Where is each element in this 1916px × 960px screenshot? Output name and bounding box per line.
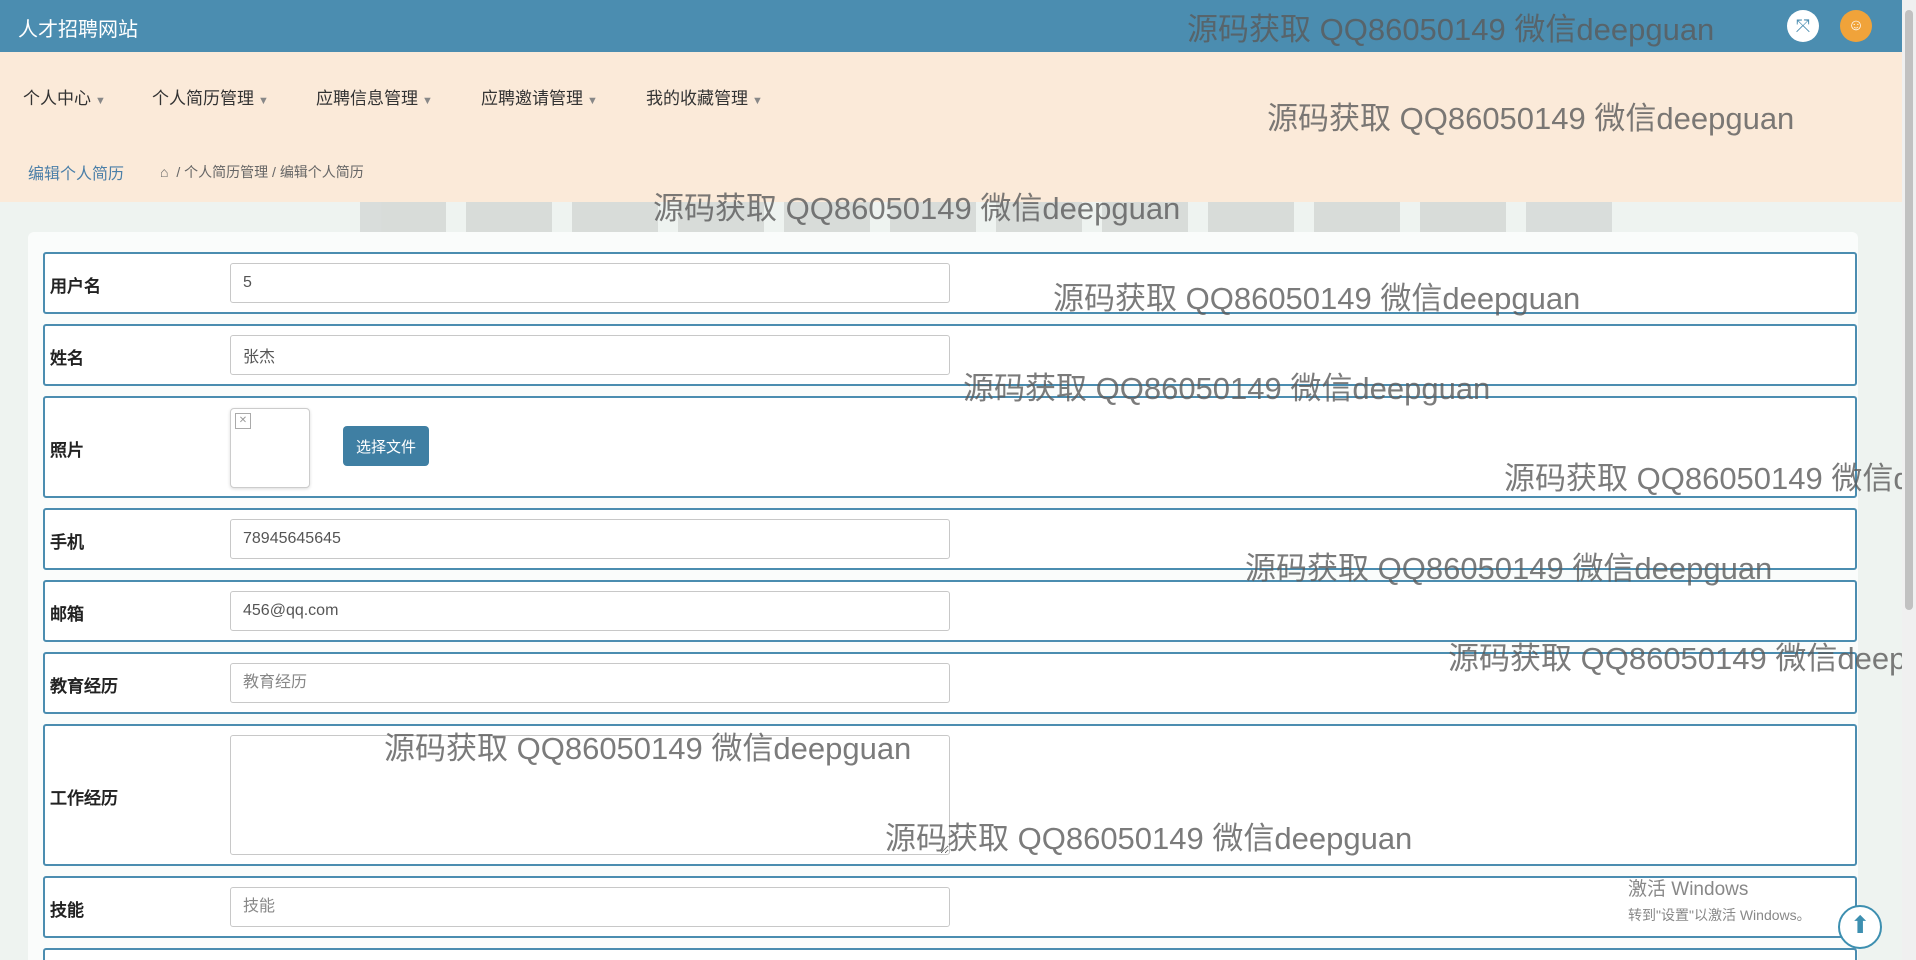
watermark-text: 源码获取 QQ86050149 微信deepg (1448, 641, 1916, 676)
page-scrollbar[interactable] (1902, 0, 1916, 960)
username-input[interactable] (230, 263, 950, 303)
page-title: 编辑个人简历 (28, 166, 125, 183)
email-label: 邮箱 (50, 605, 84, 624)
watermark-text: 源码获取 QQ86050149 微信d (1504, 461, 1911, 496)
breadcrumb: ⌂ / 个人简历管理 / 编辑个人简历 (160, 162, 364, 182)
home-icon[interactable]: ⌂ (160, 164, 168, 180)
back-to-top-button[interactable]: ⬆ (1838, 905, 1882, 949)
form-row-username: 用户名 (43, 252, 1857, 314)
name-input[interactable] (230, 335, 950, 375)
email-input[interactable] (230, 591, 950, 631)
user-avatar-icon[interactable]: ☺ (1840, 10, 1872, 42)
watermark-text: 源码获取 QQ86050149 微信deepguan (1053, 281, 1581, 316)
nav-item-label: 应聘信息管理 (316, 89, 418, 108)
photo-preview: ✕ (230, 408, 310, 488)
scrollbar-thumb[interactable] (1905, 10, 1913, 610)
watermark-text: 源码获取 QQ86050149 微信deepguan (963, 371, 1491, 406)
site-title: 人才招聘网站 (18, 19, 138, 41)
nav-item-resume-management[interactable]: 个人简历管理 ▼ (152, 84, 269, 109)
breadcrumb-separator: / (176, 164, 181, 180)
watermark-text: 源码获取 QQ86050149 微信deepguan (1245, 551, 1773, 586)
breadcrumb-separator: / (272, 164, 276, 180)
activation-subtitle: 转到"设置"以激活 Windows。 (1628, 907, 1811, 923)
expand-icon[interactable]: ⤧ (1787, 10, 1819, 42)
education-input[interactable] (230, 663, 950, 703)
name-label: 姓名 (50, 349, 84, 368)
watermark-text: 源码获取 QQ86050149 微信deepguan (1267, 101, 1795, 136)
breadcrumb-item-edit-resume: 编辑个人简历 (279, 164, 364, 180)
nav-item-favorites-management[interactable]: 我的收藏管理 ▼ (646, 84, 763, 109)
work-experience-label: 工作经历 (50, 789, 118, 808)
watermark-text: 源码获取 QQ86050149 微信deepguan (885, 821, 1413, 856)
form-row-next (43, 948, 1857, 960)
arrow-up-icon: ⬆ (1849, 912, 1871, 939)
skills-input[interactable] (230, 887, 950, 927)
photo-label: 照片 (50, 441, 84, 460)
choose-file-button[interactable]: 选择文件 (343, 426, 429, 466)
caret-down-icon: ▼ (95, 95, 106, 107)
nav-item-personal-center[interactable]: 个人中心 ▼ (23, 84, 106, 109)
education-label: 教育经历 (50, 677, 118, 696)
nav-item-label: 个人简历管理 (152, 89, 254, 108)
caret-down-icon: ▼ (258, 95, 269, 107)
windows-activation-notice: 激活 Windows 转到"设置"以激活 Windows。 (1628, 874, 1811, 925)
nav-item-label: 应聘邀请管理 (481, 89, 583, 108)
nav-item-application-management[interactable]: 应聘信息管理 ▼ (316, 84, 433, 109)
activation-title: 激活 Windows (1628, 879, 1749, 900)
watermark-text: 源码获取 QQ86050149 微信deepguan (1187, 12, 1715, 47)
username-label: 用户名 (50, 277, 101, 296)
broken-image-icon: ✕ (235, 413, 251, 429)
breadcrumb-item-resume-management[interactable]: 个人简历管理 (184, 164, 268, 180)
form-row-skills: 技能 (43, 876, 1857, 938)
phone-input[interactable] (230, 519, 950, 559)
form-row-name: 姓名 (43, 324, 1857, 386)
caret-down-icon: ▼ (587, 95, 598, 107)
watermark-text: 源码获取 QQ86050149 微信deepguan (384, 731, 912, 766)
caret-down-icon: ▼ (752, 95, 763, 107)
nav-item-label: 我的收藏管理 (646, 89, 748, 108)
skills-label: 技能 (50, 901, 84, 920)
watermark-text: 源码获取 QQ86050149 微信deepguan (653, 191, 1181, 226)
phone-label: 手机 (50, 533, 84, 552)
nav-item-label: 个人中心 (23, 89, 91, 108)
nav-item-invitation-management[interactable]: 应聘邀请管理 ▼ (481, 84, 598, 109)
caret-down-icon: ▼ (422, 95, 433, 107)
